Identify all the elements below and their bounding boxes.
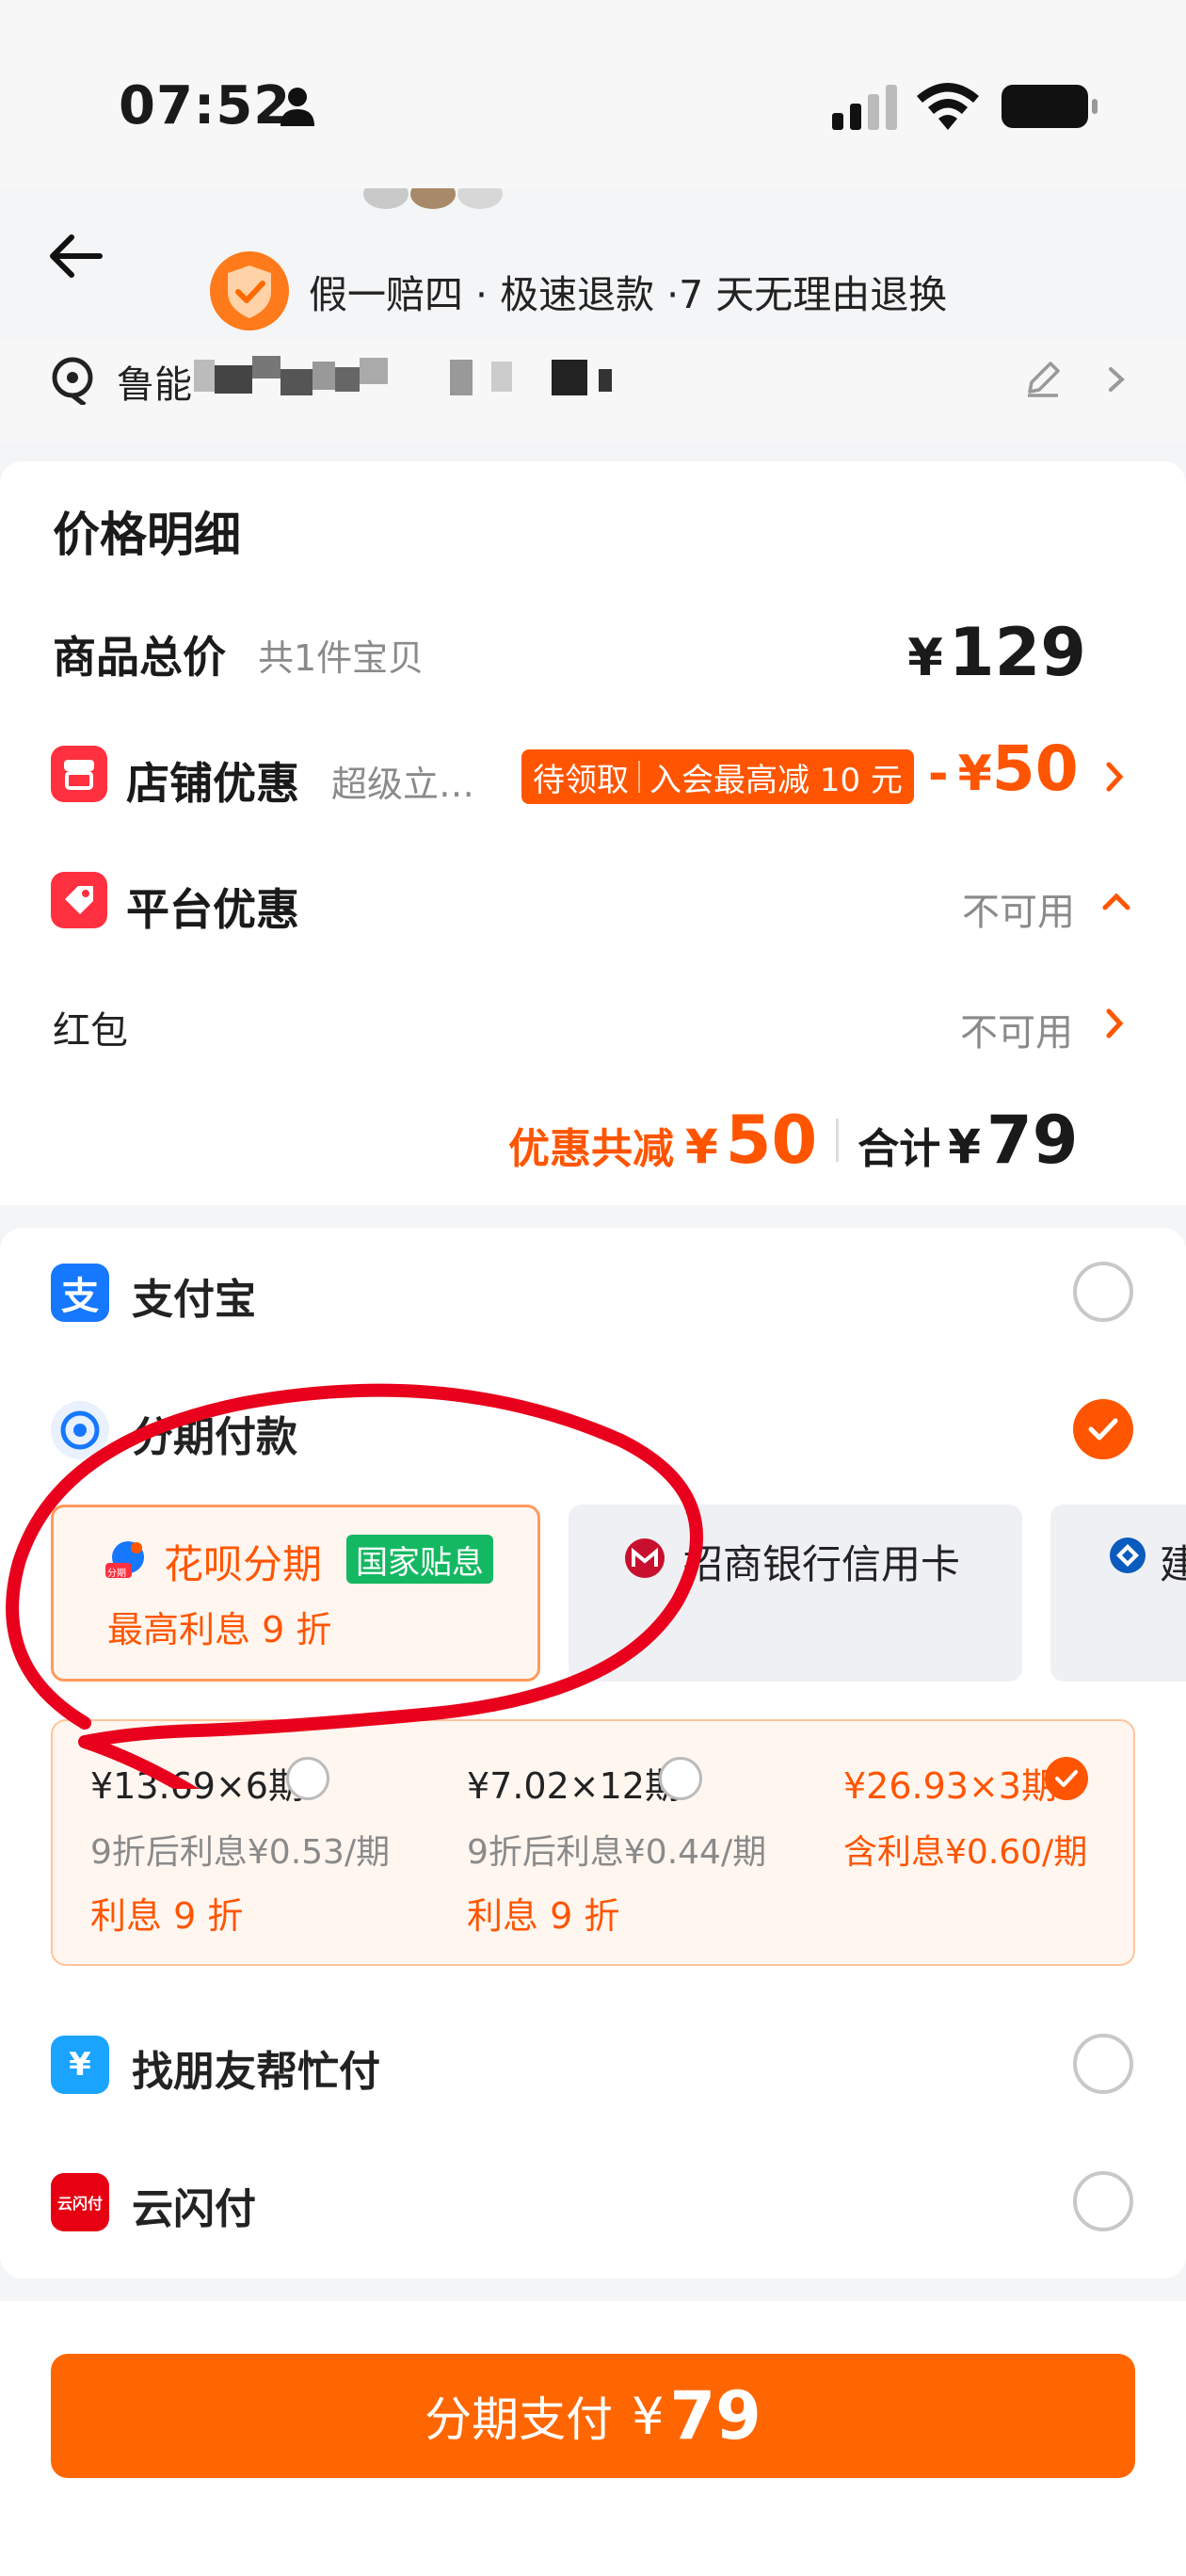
plan-6-amount[interactable]: ¥13.69×6期: [90, 1757, 304, 1809]
total-label: 合计: [857, 1125, 941, 1173]
cmb-credit-card-option[interactable]: [569, 1505, 1022, 1682]
installment-icon: [51, 1401, 109, 1459]
saving-summary: 优惠共减 ¥ 50 合计 ¥ 79: [508, 1102, 1078, 1179]
saving-currency: ¥: [685, 1119, 718, 1174]
huabei-label: 花呗分期: [164, 1541, 323, 1587]
cmb-bank-logo-icon: [625, 1538, 665, 1578]
friend-pay-radio[interactable]: [1073, 2034, 1133, 2094]
guarantee-text: 假一赔四 · 极速退款 ·7 天无理由退换: [309, 272, 948, 317]
coupon-separator: [638, 761, 640, 793]
store-discount-chevron-right-icon[interactable]: [1103, 759, 1126, 795]
plan-12-note: 9折后利息¥0.44/期: [467, 1833, 767, 1872]
plan-6-radio[interactable]: [286, 1757, 329, 1800]
total-amount: 79: [986, 1102, 1079, 1179]
status-time: 07:52: [119, 75, 292, 137]
shield-check-icon: [210, 251, 289, 330]
gov-subsidy-tag: 国家贴息: [346, 1535, 493, 1584]
platform-discount-label: 平台优惠: [126, 884, 299, 935]
store-discount-label: 店铺优惠: [126, 758, 299, 809]
alipay-radio[interactable]: [1073, 1262, 1133, 1322]
store-discount-amount: - ¥50: [928, 733, 1079, 805]
plan-6-interest: 利息 9 折: [90, 1895, 244, 1937]
store-icon: [51, 746, 107, 802]
hongbao-chevron-right-icon[interactable]: [1103, 1006, 1126, 1041]
guarantee-banner: 假一赔四 · 极速退款 ·7 天无理由退换: [209, 247, 947, 335]
unionpay-radio[interactable]: [1073, 2171, 1133, 2231]
address-text: 鲁能: [117, 363, 192, 407]
installment-pay-button[interactable]: 分期支付 ¥ 79: [51, 2354, 1135, 2478]
cellular-signal-icon: [832, 85, 897, 130]
battery-icon: [1002, 85, 1098, 128]
huabei-sub: 最高利息 9 折: [107, 1609, 332, 1650]
plan-12-interest: 利息 9 折: [467, 1895, 620, 1937]
platform-discount-status: 不可用: [962, 891, 1075, 934]
installment-radio-selected[interactable]: [1073, 1399, 1133, 1459]
installment-label[interactable]: 分期付款: [132, 1403, 297, 1463]
location-pin-icon: [52, 357, 93, 405]
friend-pay-label[interactable]: 找朋友帮忙付: [132, 2037, 380, 2098]
friend-pay-icon: ¥: [51, 2036, 109, 2094]
huabei-icon: 分期: [105, 1537, 149, 1580]
store-coupon-tag[interactable]: 待领取 入会最高减 10 元: [521, 749, 914, 804]
saving-amount: 50: [725, 1102, 818, 1179]
unionpay-label[interactable]: 云闪付: [132, 2175, 256, 2235]
plan-12-radio[interactable]: [659, 1757, 702, 1800]
ccb-credit-card-option[interactable]: [1050, 1505, 1186, 1682]
goods-total-price: ¥129: [907, 614, 1086, 691]
plan-3-amount[interactable]: ¥26.93×3期: [843, 1757, 1057, 1809]
plan-3-note: 含利息¥0.60/期: [843, 1833, 1088, 1872]
alipay-icon: 支: [51, 1264, 109, 1322]
total-currency: ¥: [948, 1119, 982, 1174]
person-icon: [280, 88, 314, 126]
goods-total-label: 商品总价: [53, 632, 226, 683]
plan-12-amount[interactable]: ¥7.02×12期: [467, 1757, 681, 1809]
pay-button-amount: 79: [669, 2377, 761, 2455]
alipay-label[interactable]: 支付宝: [132, 1265, 256, 1326]
pay-button-label: 分期支付: [425, 2392, 614, 2447]
saving-label: 优惠共减: [508, 1125, 674, 1173]
checkmark-icon: [1088, 1418, 1118, 1441]
checkmark-icon: [1055, 1770, 1078, 1787]
ccb-bank-logo-icon: [1110, 1538, 1146, 1573]
edit-pencil-icon[interactable]: [1022, 358, 1064, 399]
price-detail-card: [0, 461, 1186, 1205]
summary-divider: [836, 1119, 840, 1162]
huabei-installment-option[interactable]: [51, 1505, 540, 1682]
wifi-icon: [917, 83, 979, 130]
ccb-label: 建: [1160, 1541, 1186, 1587]
store-discount-sub: 超级立…: [331, 764, 475, 805]
cmb-label: 招商银行信用卡: [683, 1541, 961, 1587]
platform-tag-icon: [51, 872, 107, 928]
hongbao-label: 红包: [53, 1009, 128, 1053]
coupon-pending-text: 待领取: [533, 761, 629, 799]
address-chevron-right-icon[interactable]: [1105, 363, 1128, 395]
avatar-group: [363, 188, 503, 209]
platform-discount-chevron-up-icon[interactable]: [1099, 891, 1133, 913]
back-arrow-icon[interactable]: [43, 222, 111, 290]
hongbao-status: 不可用: [960, 1011, 1073, 1055]
huabei-icon-text: 分期: [107, 1569, 126, 1579]
plan-3-radio-selected[interactable]: [1045, 1757, 1088, 1800]
plan-6-note: 9折后利息¥0.53/期: [90, 1833, 391, 1872]
price-detail-title: 价格明细: [53, 507, 241, 562]
coupon-offer-text: 入会最高减 10 元: [649, 761, 903, 799]
pay-button-currency: ¥: [632, 2386, 665, 2446]
unionpay-icon: 云闪付: [51, 2173, 109, 2231]
redacted-address: [194, 356, 612, 395]
goods-total-sub: 共1件宝贝: [258, 637, 425, 679]
